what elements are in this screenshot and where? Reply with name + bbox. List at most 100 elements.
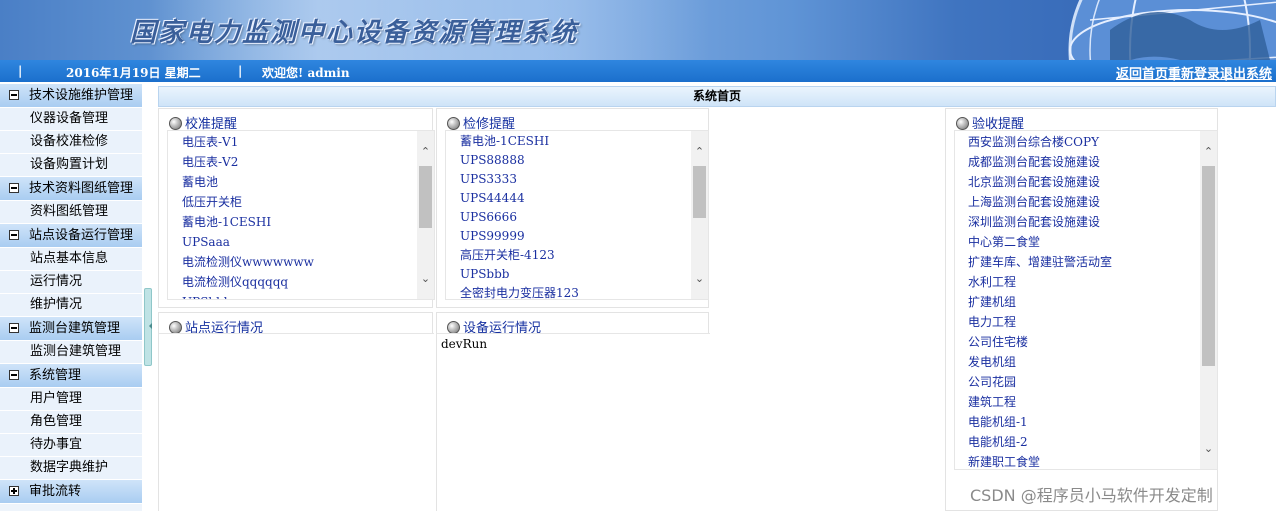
collapse-icon[interactable] (9, 323, 19, 333)
globe-graphic (1068, 0, 1276, 60)
sidebar-item-dictionary[interactable]: 数据字典维护 (0, 457, 142, 480)
repair-list[interactable]: 蓄电池-1CESHI UPS88888 UPS3333 UPS44444 UPS… (445, 130, 709, 300)
sidebar-item-instrument[interactable]: 仪器设备管理 (0, 108, 142, 131)
list-item[interactable]: UPS99999 (460, 227, 708, 246)
sidebar-item-drawings[interactable]: 资料图纸管理 (0, 201, 142, 224)
scroll-down-icon[interactable]: ⌄ (417, 270, 434, 287)
list-item[interactable]: 低压开关柜 (182, 192, 434, 212)
list-item[interactable]: 全密封电力变压器123 (460, 284, 708, 299)
sidebar-item-maintenance[interactable]: 维护情况 (0, 294, 142, 317)
sidebar-item-buildings[interactable]: 监测台建筑管理 (0, 341, 142, 364)
list-item[interactable]: 发电机组 (968, 352, 1217, 372)
collapse-icon[interactable] (9, 90, 19, 100)
list-item[interactable]: 中心第二食堂 (968, 232, 1217, 252)
sidebar-group-buildings[interactable]: 监测台建筑管理 (0, 317, 142, 341)
list-item[interactable]: 上海监测台配套设施建设 (968, 192, 1217, 212)
app-title: 国家电力监测中心设备资源管理系统 (130, 18, 579, 48)
list-item[interactable]: 电能机组-1 (968, 412, 1217, 432)
list-item[interactable]: 电流检测仪qqqqqq (182, 272, 434, 292)
panel-header: 检修提醒 (447, 113, 515, 132)
scrollbar[interactable]: ⌃ ⌄ (417, 131, 434, 299)
list-item[interactable]: 蓄电池-1CESHI (182, 212, 434, 232)
sidebar-group-drawings[interactable]: 技术资料图纸管理 (0, 177, 142, 201)
scroll-down-icon[interactable]: ⌄ (691, 270, 708, 287)
header-banner: 国家电力监测中心设备资源管理系统 (0, 0, 1276, 60)
calibration-list[interactable]: 电压表-V1 电压表-V2 蓄电池 低压开关柜 蓄电池-1CESHI UPSaa… (167, 130, 435, 300)
collapse-icon[interactable] (9, 370, 19, 380)
list-item[interactable]: 公司花园 (968, 372, 1217, 392)
divider: | (18, 64, 23, 78)
list-item[interactable]: 电力工程 (968, 312, 1217, 332)
expand-icon[interactable] (9, 486, 19, 496)
list-item[interactable]: 新建职工食堂 (968, 452, 1217, 469)
sidebar-item-operation[interactable]: 运行情况 (0, 271, 142, 294)
scroll-thumb[interactable] (419, 166, 432, 228)
site-status-content (159, 333, 434, 513)
device-status-content (437, 333, 710, 513)
list-item[interactable]: UPS44444 (460, 189, 708, 208)
device-status-text: devRun (441, 337, 488, 351)
list-item[interactable]: 扩建机组 (968, 292, 1217, 312)
group-title: 监测台建筑管理 (29, 321, 121, 336)
list-item[interactable]: 电压表-V1 (182, 132, 434, 152)
list-item[interactable]: 深圳监测台配套设施建设 (968, 212, 1217, 232)
list-item[interactable]: 水利工程 (968, 272, 1217, 292)
home-link[interactable]: 返回首页 (1116, 67, 1168, 82)
list-item[interactable]: 扩建车库、增建驻警活动室 (968, 252, 1217, 272)
sidebar-group-system[interactable]: 系统管理 (0, 364, 142, 388)
sidebar-group-approval[interactable]: 审批流转 (0, 480, 142, 504)
sidebar-group-maintenance[interactable]: 技术设施维护管理 (0, 84, 142, 108)
list-item[interactable]: 公司住宅楼 (968, 332, 1217, 352)
scrollbar[interactable]: ⌃ ⌄ (1200, 131, 1217, 469)
welcome-text: 欢迎您! admin (262, 66, 350, 80)
list-item[interactable]: 西安监测台综合楼COPY (968, 132, 1217, 152)
list-item[interactable]: 蓄电池-1CESHI (460, 132, 708, 151)
list-item[interactable]: UPSbbb (460, 265, 708, 284)
list-item[interactable]: 高压开关柜-4123 (460, 246, 708, 265)
list-item[interactable]: 电能机组-2 (968, 432, 1217, 452)
current-date: 2016年1月19日 星期二 (66, 66, 201, 80)
sidebar-item-calibration[interactable]: 设备校准检修 (0, 131, 142, 154)
scroll-up-icon[interactable]: ⌃ (1200, 143, 1217, 160)
sidebar: 技术设施维护管理 仪器设备管理 设备校准检修 设备购置计划 技术资料图纸管理 资… (0, 84, 142, 511)
panel-header: 站点运行情况 (169, 317, 263, 336)
sidebar-item-site-info[interactable]: 站点基本信息 (0, 248, 142, 271)
list-item[interactable]: 电压表-V2 (182, 152, 434, 172)
acceptance-panel: 验收提醒 西安监测台综合楼COPY 成都监测台配套设施建设 北京监测台配套设施建… (945, 108, 1218, 511)
info-bar: | 2016年1月19日 星期二 | 欢迎您! admin 返回首页 | 重新登录 |… (0, 60, 1276, 82)
top-links: 返回首页 | 重新登录 | 退出系统 (1116, 63, 1272, 82)
list-item[interactable]: 建筑工程 (968, 392, 1217, 412)
sidebar-item-users[interactable]: 用户管理 (0, 388, 142, 411)
list-item[interactable]: UPSaaa (182, 232, 434, 252)
list-item[interactable]: UPS88888 (460, 151, 708, 170)
globe-icon (956, 117, 969, 130)
group-title: 技术设施维护管理 (29, 88, 134, 103)
collapse-icon[interactable] (9, 183, 19, 193)
list-item[interactable]: 蓄电池 (182, 172, 434, 192)
scrollbar[interactable]: ⌃ ⌄ (691, 131, 708, 299)
group-title: 系统管理 (29, 368, 82, 383)
panel-header: 校准提醒 (169, 113, 237, 132)
sidebar-item-purchase[interactable]: 设备购置计划 (0, 154, 142, 177)
sidebar-group-site-ops[interactable]: 站点设备运行管理 (0, 224, 142, 248)
list-item[interactable]: 成都监测台配套设施建设 (968, 152, 1217, 172)
list-item[interactable]: UPSbbb (182, 292, 434, 299)
scroll-up-icon[interactable]: ⌃ (417, 143, 434, 160)
collapse-icon[interactable] (9, 230, 19, 240)
scroll-thumb[interactable] (1202, 166, 1215, 366)
sidebar-item-todo[interactable]: 待办事宜 (0, 434, 142, 457)
list-item[interactable]: 北京监测台配套设施建设 (968, 172, 1217, 192)
sidebar-collapse-handle[interactable] (144, 288, 152, 366)
sidebar-item-roles[interactable]: 角色管理 (0, 411, 142, 434)
group-title: 技术资料图纸管理 (29, 181, 134, 196)
acceptance-list[interactable]: 西安监测台综合楼COPY 成都监测台配套设施建设 北京监测台配套设施建设 上海监… (954, 130, 1218, 470)
list-item[interactable]: UPS3333 (460, 170, 708, 189)
panel-header: 设备运行情况 (447, 317, 541, 336)
scroll-down-icon[interactable]: ⌄ (1200, 440, 1217, 457)
globe-icon (169, 117, 182, 130)
list-item[interactable]: 电流检测仪wwwwwww (182, 252, 434, 272)
globe-icon (447, 117, 460, 130)
scroll-thumb[interactable] (693, 166, 706, 218)
list-item[interactable]: UPS6666 (460, 208, 708, 227)
scroll-up-icon[interactable]: ⌃ (691, 143, 708, 160)
